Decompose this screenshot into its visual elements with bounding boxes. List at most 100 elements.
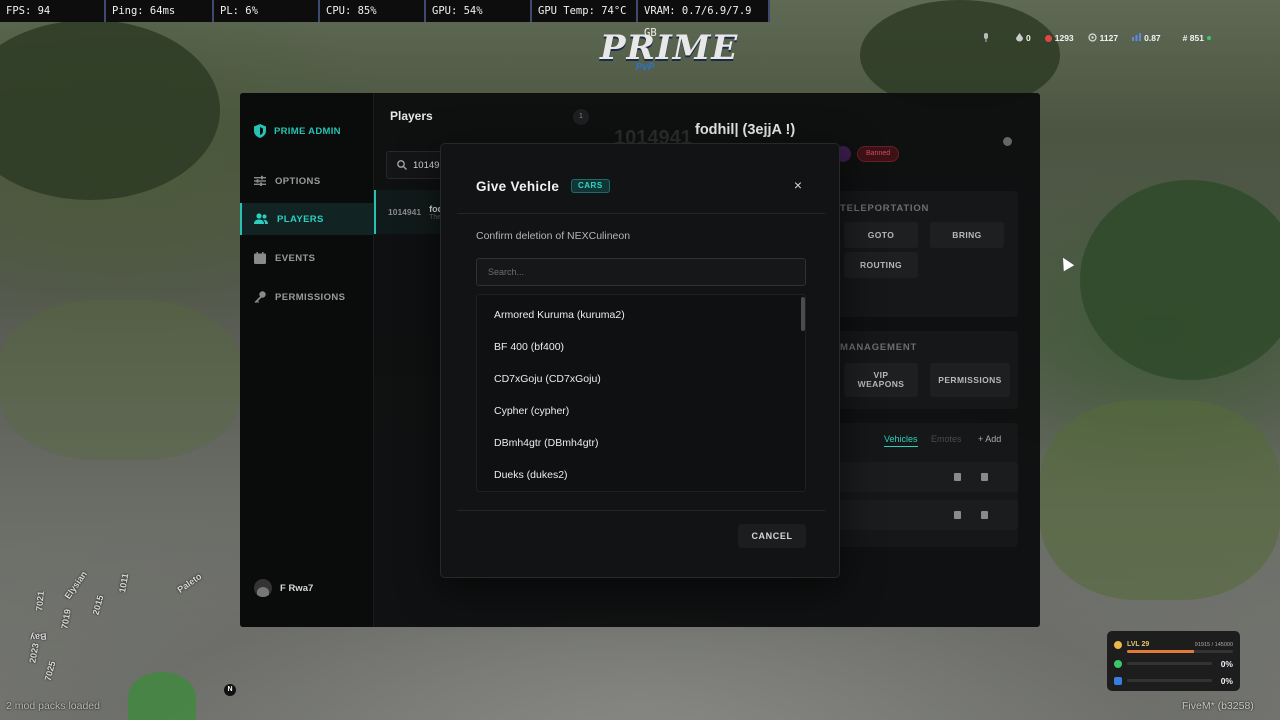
player-detail-name: fodhil| (3ejjA !) <box>695 122 796 138</box>
shield-icon <box>1114 676 1122 685</box>
vip-weapons-button[interactable]: VIP WEAPONS <box>844 363 918 397</box>
performance-overlay: FPS: 94 Ping: 64ms PL: 6% CPU: 85% GPU: … <box>0 0 770 39</box>
vehicle-row <box>840 500 1018 530</box>
tab-vehicles[interactable]: Vehicles <box>884 434 918 447</box>
search-icon <box>397 160 407 170</box>
compass-north-icon: N <box>224 684 236 696</box>
xp-bar <box>1127 649 1233 653</box>
sliders-icon <box>254 175 266 186</box>
minimap-street-label: 7021 <box>34 590 46 612</box>
avatar <box>254 579 272 597</box>
heart-icon <box>1114 659 1122 668</box>
health-bar <box>1127 662 1212 665</box>
mod-status-text: 2 mod packs loaded <box>6 700 100 712</box>
tab-emotes[interactable]: Emotes <box>931 434 962 444</box>
vram-readout: VRAM: 0.7/6.9/7.9 GB <box>638 0 770 39</box>
admin-sidebar: PRIME ADMIN OPTIONS PLAYERS EVENTS PERMI… <box>240 93 374 627</box>
users-icon <box>254 213 268 224</box>
fivem-version-text: FiveM* (b3258) <box>1182 700 1254 712</box>
vehicle-option[interactable]: CD7xGoju (CD7xGoju) <box>477 363 805 395</box>
minimap-street-label: 2015 <box>90 594 106 616</box>
gpu-readout: GPU: 54% <box>426 0 532 22</box>
drop-stat: 0 <box>1016 32 1031 44</box>
give-vehicle-modal: Give Vehicle CARS × Confirm deletion of … <box>440 143 840 578</box>
bring-button[interactable]: BRING <box>930 222 1004 248</box>
close-icon[interactable]: × <box>791 178 805 192</box>
nav-item-options[interactable]: OPTIONS <box>240 165 374 197</box>
kills-stat: 1293 <box>1044 33 1074 43</box>
deaths-stat: 1127 <box>1088 32 1118 44</box>
nav-item-events[interactable]: EVENTS <box>240 242 374 274</box>
player-search-value: 10149 <box>413 159 440 171</box>
packet-loss-readout: PL: 6% <box>214 0 320 22</box>
trash-icon[interactable] <box>981 473 988 481</box>
vehicle-option[interactable]: DBmh4gtr (DBmh4gtr) <box>477 427 805 459</box>
modal-title: Give Vehicle <box>476 179 560 194</box>
cpu-readout: CPU: 85% <box>320 0 426 22</box>
hud-stats: 0 1293 1127 0.87 # 851 <box>982 28 1211 48</box>
target-icon <box>1088 32 1097 44</box>
cancel-button[interactable]: CANCEL <box>738 524 806 548</box>
admin-brand: PRIME ADMIN <box>254 124 341 138</box>
permissions-button[interactable]: PERMISSIONS <box>930 363 1010 397</box>
player-count-stat: # 851 <box>1183 33 1211 43</box>
routing-button[interactable]: ROUTING <box>844 252 918 278</box>
category-tag: CARS <box>571 179 610 193</box>
server-logo: PRIME PvP <box>600 28 739 73</box>
vehicle-row <box>840 462 1018 492</box>
drop-icon <box>1016 32 1023 44</box>
armor-bar <box>1127 679 1212 682</box>
minimap-street-label: 7019 <box>59 608 73 630</box>
star-icon <box>1114 640 1122 649</box>
list-scrollbar[interactable] <box>801 297 805 331</box>
info-icon[interactable] <box>1003 137 1012 146</box>
management-title: MANAGEMENT <box>840 342 918 353</box>
vehicle-search-input[interactable] <box>476 258 806 286</box>
shield-icon <box>254 124 266 138</box>
nav-item-permissions[interactable]: PERMISSIONS <box>240 281 374 313</box>
players-count-badge: 1 <box>573 109 589 125</box>
edit-icon[interactable] <box>954 511 961 519</box>
vehicle-option[interactable]: Armored Kuruma (kuruma2) <box>477 299 805 331</box>
kd-stat: 0.87 <box>1132 33 1161 43</box>
armor-row: 0% <box>1114 672 1233 689</box>
modal-divider <box>457 213 825 214</box>
modal-description: Confirm deletion of NEXCulineon <box>476 230 631 242</box>
key-icon <box>254 291 266 303</box>
vehicle-option[interactable]: Dueks (dukes2) <box>477 459 805 491</box>
level-panel: LVL 29 91915 / 145000 0% 0% <box>1107 631 1240 691</box>
trash-icon[interactable] <box>981 511 988 519</box>
game-grass <box>1040 400 1280 600</box>
edit-icon[interactable] <box>954 473 961 481</box>
fps-readout: FPS: 94 <box>0 0 106 22</box>
player-id: 1014941 <box>388 207 422 217</box>
status-badge: Banned <box>857 146 900 162</box>
vehicle-option[interactable]: Cypher (cypher) <box>477 395 805 427</box>
modal-divider <box>457 510 825 511</box>
xp-bar-row <box>1114 647 1233 655</box>
minimap-street-label: Paleto <box>175 571 204 595</box>
kill-icon <box>1044 34 1052 42</box>
game-grass <box>0 300 240 460</box>
user-name: F Rwa7 <box>280 582 314 594</box>
gpu-temp-readout: GPU Temp: 74°C <box>532 0 638 22</box>
online-dot-icon <box>1206 36 1211 40</box>
players-title: Players <box>390 109 433 123</box>
vehicle-option[interactable]: BF 400 (bf400) <box>477 331 805 363</box>
health-row: 0% <box>1114 655 1233 672</box>
goto-button[interactable]: GOTO <box>844 222 918 248</box>
minimap-street-label: 1011 <box>117 572 131 594</box>
nav-item-players[interactable]: PLAYERS <box>240 203 374 235</box>
minimap-street-label: Bay <box>29 631 47 643</box>
minimap-street-label: Elysian <box>62 569 89 601</box>
minimap-street-label: 7025 <box>42 660 58 682</box>
teleportation-title: TELEPORTATION <box>840 203 930 214</box>
add-button[interactable]: + Add <box>978 434 1001 444</box>
kd-icon <box>1132 33 1142 43</box>
minimap: 1011 2015 7019 7021 2023 7025 Paleto Ely… <box>0 560 240 720</box>
mic-icon <box>982 33 990 43</box>
calendar-icon <box>254 252 266 264</box>
minimap-zone <box>128 672 196 720</box>
vehicle-list: Armored Kuruma (kuruma2) BF 400 (bf400) … <box>476 294 806 492</box>
current-user: F Rwa7 <box>254 579 313 597</box>
